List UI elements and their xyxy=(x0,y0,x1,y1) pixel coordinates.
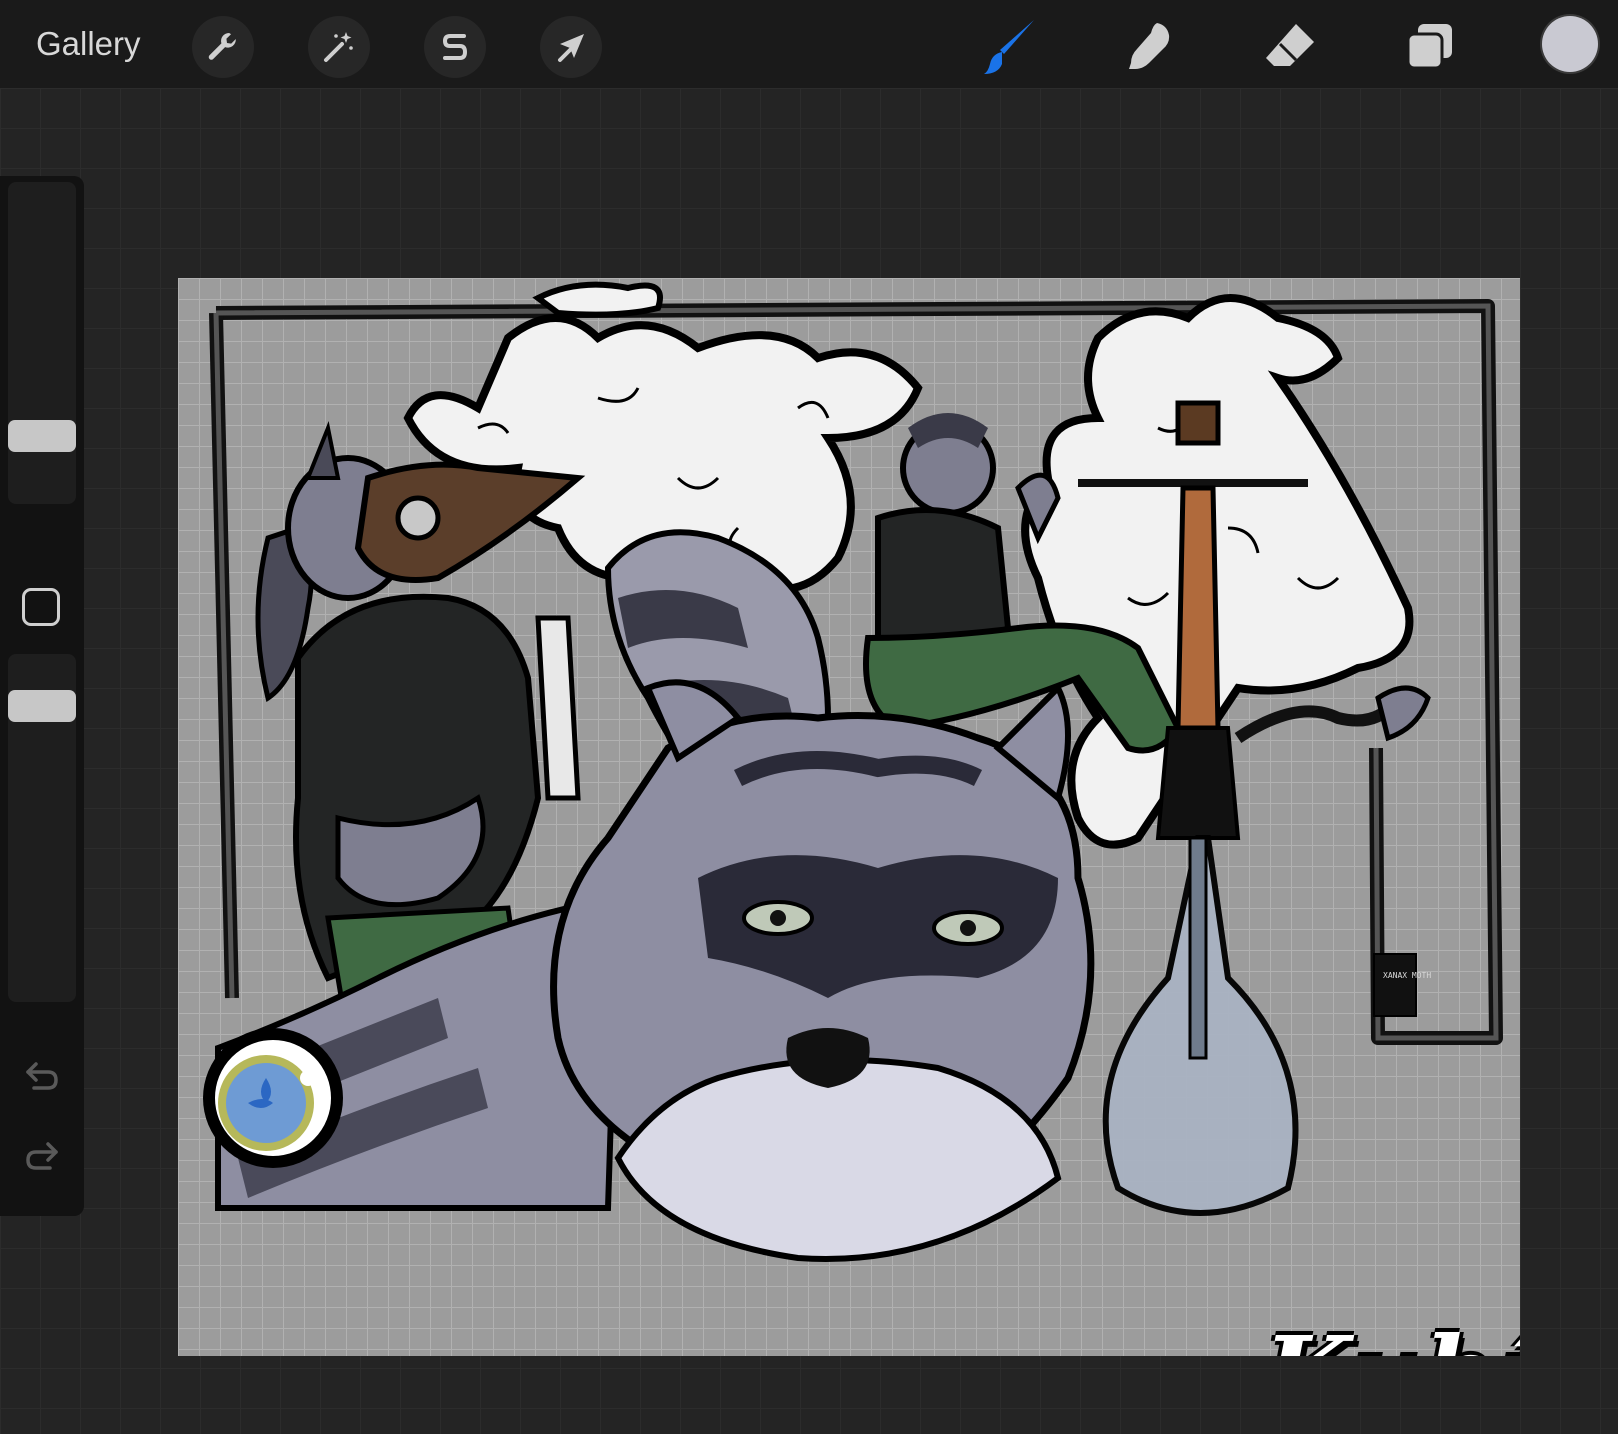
transform-button[interactable] xyxy=(540,16,602,78)
color-picker-button[interactable] xyxy=(1542,16,1598,72)
actions-button[interactable] xyxy=(192,16,254,78)
modify-button[interactable] xyxy=(22,588,60,626)
eraser-icon xyxy=(1266,24,1314,66)
wrench-icon xyxy=(208,33,236,60)
redo-icon[interactable] xyxy=(22,1136,62,1176)
brush-icon xyxy=(984,20,1034,74)
arrow-cursor-icon xyxy=(558,34,584,62)
brush-size-slider[interactable] xyxy=(8,182,76,504)
selection-button[interactable] xyxy=(424,16,486,78)
gallery-button[interactable]: Gallery xyxy=(36,22,141,66)
layers-icon xyxy=(1406,24,1452,70)
layers-button[interactable] xyxy=(1398,14,1462,78)
top-toolbar: Gallery xyxy=(0,0,1618,88)
magic-wand-icon xyxy=(324,32,353,62)
smudge-tool-button[interactable] xyxy=(1118,14,1182,78)
drawing-canvas[interactable]: XANAX MOTH Kubík xyxy=(178,278,1520,1356)
stamp-text: XANAX MOTH xyxy=(1383,971,1431,980)
artwork-illustration: XANAX MOTH xyxy=(203,281,1503,1262)
sidebar-panel xyxy=(0,176,84,1216)
adjustments-button[interactable] xyxy=(308,16,370,78)
brush-tool-button[interactable] xyxy=(978,14,1042,78)
badge-emblem xyxy=(203,1028,343,1168)
brush-opacity-thumb[interactable] xyxy=(8,690,76,722)
smudge-finger-icon xyxy=(1129,23,1170,69)
artwork-signature: Kubík xyxy=(1264,1314,1520,1356)
selection-s-icon xyxy=(442,34,468,60)
brush-size-thumb[interactable] xyxy=(8,420,76,452)
artist-stamp xyxy=(1373,953,1417,1017)
eraser-tool-button[interactable] xyxy=(1258,14,1322,78)
undo-icon[interactable] xyxy=(22,1056,62,1096)
